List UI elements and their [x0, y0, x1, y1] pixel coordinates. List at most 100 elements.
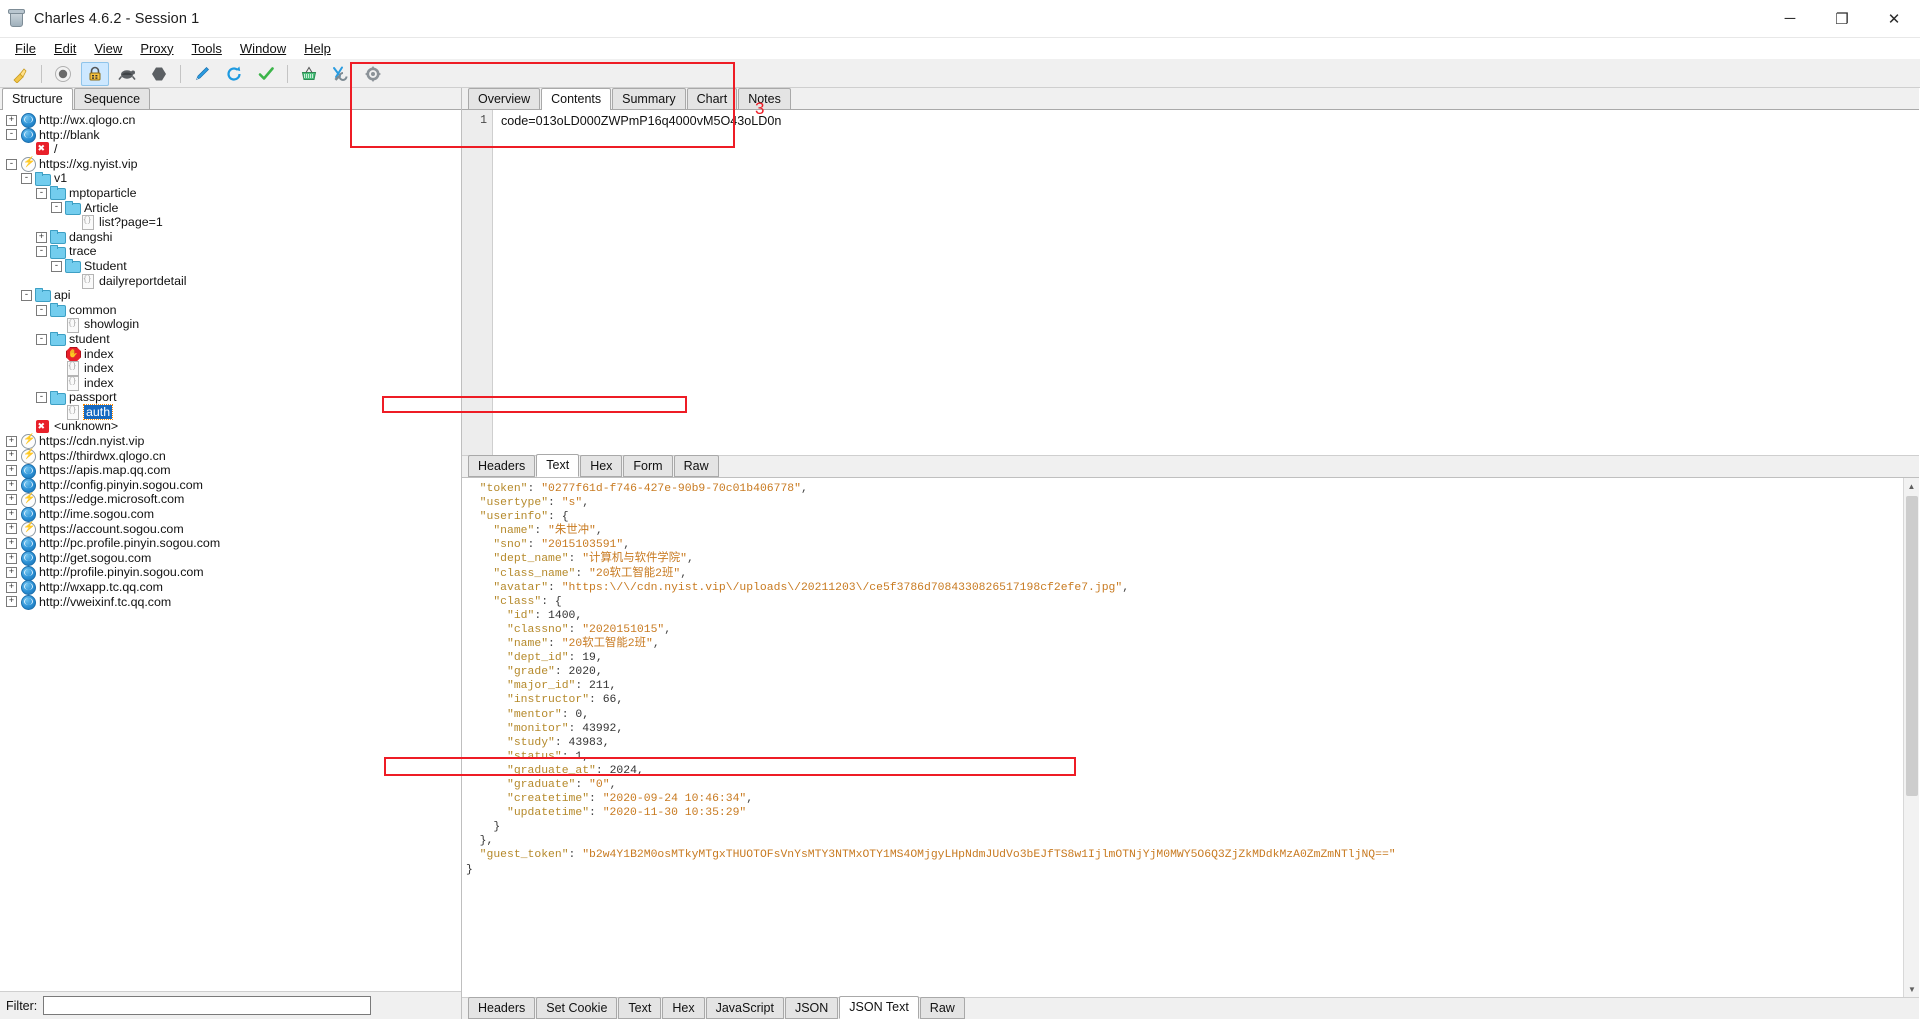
req-tab-hex[interactable]: Hex [580, 455, 623, 477]
tree-row[interactable]: - api [0, 288, 461, 303]
tree-row[interactable]: showlogin [0, 317, 461, 333]
clear-session-icon[interactable] [6, 62, 34, 86]
res-tab-raw[interactable]: Raw [919, 997, 965, 1019]
expand-icon[interactable]: + [6, 450, 17, 462]
collapse-icon[interactable]: - [36, 392, 47, 404]
tree-row[interactable]: + https://account.sogou.com [0, 521, 461, 537]
menu-window[interactable]: Window [231, 39, 295, 59]
tree-row[interactable]: - student [0, 332, 461, 347]
tree-row[interactable]: - http://blank [0, 128, 461, 143]
collapse-icon[interactable]: - [36, 246, 47, 258]
scrollbar-thumb[interactable] [1906, 496, 1918, 796]
tab-structure[interactable]: Structure [2, 88, 73, 110]
req-tab-headers[interactable]: Headers [468, 455, 536, 477]
menu-help[interactable]: Help [295, 39, 340, 59]
res-tab-set-cookie[interactable]: Set Cookie [536, 997, 618, 1019]
req-tab-text[interactable]: Text [536, 454, 580, 477]
response-json-text[interactable]: "token": "0277f61d-f746-427e-90b9-70c01b… [462, 478, 1903, 997]
collapse-icon[interactable]: - [6, 158, 17, 170]
res-tab-hex[interactable]: Hex [662, 997, 705, 1019]
tools-wrench-icon[interactable] [327, 62, 355, 86]
expand-icon[interactable]: + [6, 465, 17, 477]
repeat-icon[interactable] [220, 62, 248, 86]
collapse-icon[interactable]: - [36, 187, 47, 199]
res-tab-json[interactable]: JSON [784, 997, 839, 1019]
filter-input[interactable] [43, 996, 372, 1015]
tree-row[interactable]: + http://pc.profile.pinyin.sogou.com [0, 536, 461, 552]
request-content-text[interactable]: code=013oLD000ZWPmP16q4000vM5O43oLD0n [493, 110, 1919, 455]
req-tab-form[interactable]: Form [623, 455, 673, 477]
expand-icon[interactable]: + [6, 552, 17, 564]
response-vertical-scrollbar[interactable]: ▲ ▼ [1903, 478, 1919, 997]
tree-row[interactable]: - Article [0, 201, 461, 216]
tree-row[interactable]: + http://profile.pinyin.sogou.com [0, 565, 461, 581]
tab-summary[interactable]: Summary [612, 88, 686, 109]
collapse-icon[interactable]: - [51, 202, 62, 214]
tree-row[interactable]: + http://vweixinf.tc.qq.com [0, 595, 461, 610]
expand-icon[interactable]: + [6, 435, 17, 447]
expand-icon[interactable]: + [6, 494, 17, 506]
collapse-icon[interactable]: - [36, 304, 47, 316]
res-tab-text[interactable]: Text [618, 997, 662, 1019]
tree-row[interactable]: + dangshi [0, 230, 461, 245]
breakpoints-icon[interactable] [145, 62, 173, 86]
collapse-icon[interactable]: - [21, 289, 32, 301]
session-tree[interactable]: +http://wx.qlogo.cn-http://blank/-https:… [0, 110, 461, 991]
tree-row[interactable]: <unknown> [0, 419, 461, 434]
scroll-up-arrow[interactable]: ▲ [1904, 478, 1919, 494]
validate-check-icon[interactable] [252, 62, 280, 86]
expand-icon[interactable]: + [6, 114, 17, 126]
maximize-button[interactable]: ❐ [1816, 0, 1868, 38]
close-button[interactable]: ✕ [1868, 0, 1920, 38]
tree-row[interactable]: + https://thirdwx.qlogo.cn [0, 448, 461, 464]
tree-row[interactable]: + http://wx.qlogo.cn [0, 113, 461, 129]
menu-view[interactable]: View [85, 39, 131, 59]
tab-contents[interactable]: Contents [541, 88, 612, 110]
expand-icon[interactable]: + [6, 523, 17, 535]
tree-row[interactable]: + http://config.pinyin.sogou.com [0, 478, 461, 494]
tab-notes[interactable]: Notes [738, 88, 791, 109]
res-tab-javascript[interactable]: JavaScript [705, 997, 784, 1019]
tree-row[interactable]: list?page=1 [0, 215, 461, 231]
tree-row[interactable]: - mptoparticle [0, 186, 461, 201]
ssl-proxying-icon[interactable] [81, 61, 109, 86]
expand-icon[interactable]: + [6, 538, 17, 550]
minimize-button[interactable]: ─ [1764, 0, 1816, 38]
tree-row[interactable]: - trace [0, 244, 461, 259]
expand-icon[interactable]: + [6, 581, 17, 593]
collapse-icon[interactable]: - [36, 333, 47, 345]
menu-proxy[interactable]: Proxy [131, 39, 182, 59]
compose-pen-icon[interactable] [188, 62, 216, 86]
tree-row[interactable]: - passport [0, 390, 461, 405]
tree-row[interactable]: - https://xg.nyist.vip [0, 156, 461, 173]
tree-row[interactable]: + http://get.sogou.com [0, 551, 461, 567]
tree-row[interactable]: - v1 [0, 171, 461, 186]
collapse-icon[interactable]: - [6, 129, 17, 141]
expand-icon[interactable]: + [36, 231, 47, 243]
menu-file[interactable]: File [6, 39, 45, 59]
tree-row[interactable]: + https://apis.map.qq.com [0, 463, 461, 479]
tree-row[interactable]: index [0, 361, 461, 377]
req-tab-raw[interactable]: Raw [673, 455, 719, 477]
tree-row[interactable]: + http://wxapp.tc.qq.com [0, 580, 461, 596]
tree-row[interactable]: + https://cdn.nyist.vip [0, 433, 461, 450]
tree-row[interactable]: auth [0, 403, 461, 421]
tree-row[interactable]: / [0, 141, 461, 157]
tab-sequence[interactable]: Sequence [73, 88, 151, 109]
settings-gear-icon[interactable] [359, 62, 387, 86]
scroll-down-arrow[interactable]: ▼ [1904, 981, 1919, 997]
tree-row[interactable]: + http://ime.sogou.com [0, 507, 461, 523]
menu-tools[interactable]: Tools [183, 39, 231, 59]
res-tab-headers[interactable]: Headers [468, 997, 536, 1019]
tree-row[interactable]: - Student [0, 259, 461, 274]
res-tab-json-text[interactable]: JSON Text [839, 996, 919, 1019]
tree-row[interactable]: index [0, 376, 461, 391]
record-icon[interactable] [49, 62, 77, 86]
menu-edit[interactable]: Edit [45, 39, 85, 59]
tab-overview[interactable]: Overview [468, 88, 541, 109]
tree-row[interactable]: - common [0, 303, 461, 318]
collapse-icon[interactable]: - [21, 173, 32, 185]
tree-row[interactable]: dailyreportdetail [0, 274, 461, 289]
tab-chart[interactable]: Chart [686, 88, 738, 109]
expand-icon[interactable]: + [6, 508, 17, 520]
